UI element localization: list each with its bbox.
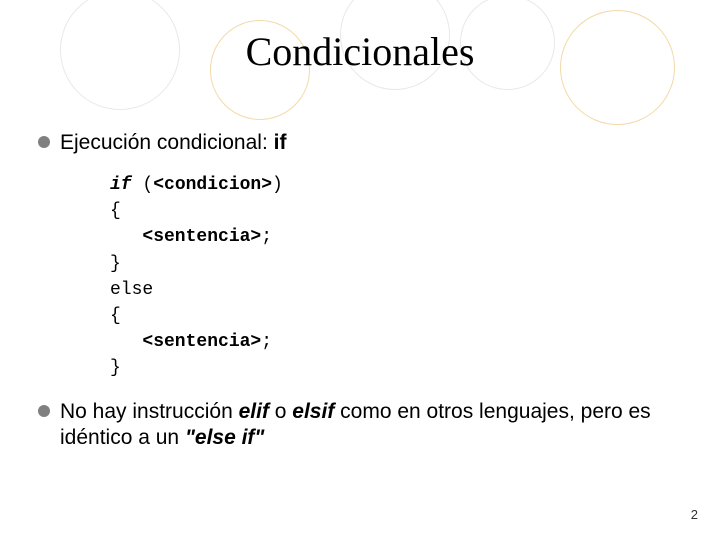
code-text: else [110, 280, 153, 300]
code-text: } [110, 358, 121, 378]
page-number: 2 [691, 507, 698, 522]
code-param: <condicion> [153, 175, 272, 195]
code-text: { [110, 201, 121, 221]
code-text: ) [272, 175, 283, 195]
code-text: ; [261, 332, 272, 352]
bullet-item: No hay instrucción elif o elsif como en … [38, 399, 682, 452]
page-title: Condicionales [0, 28, 720, 75]
code-param: <sentencia> [142, 332, 261, 352]
keyword-if: if [274, 131, 287, 154]
bullet-item: Ejecución condicional: if [38, 130, 682, 156]
text-fragment: No hay instrucción [60, 400, 239, 423]
code-text: ( [132, 175, 154, 195]
keyword-elif: elif [239, 400, 269, 423]
code-indent [110, 227, 142, 247]
code-indent [110, 332, 142, 352]
code-block: if (<condicion>) { <sentencia>; } else {… [110, 172, 682, 381]
keyword-elsif: elsif [292, 400, 334, 423]
quoted-else-if: "else if" [185, 426, 264, 449]
bullet-icon [38, 405, 50, 417]
slide-content: Ejecución condicional: if if (<condicion… [38, 130, 682, 466]
code-param: <sentencia> [142, 227, 261, 247]
text-fragment: o [269, 400, 292, 423]
code-text: ; [261, 227, 272, 247]
code-text: { [110, 306, 121, 326]
code-text: } [110, 254, 121, 274]
bullet-icon [38, 136, 50, 148]
bullet-text: Ejecución condicional: if [60, 130, 286, 156]
bullet-text: No hay instrucción elif o elsif como en … [60, 399, 682, 452]
code-keyword: if [110, 175, 132, 195]
text-fragment: Ejecución condicional: [60, 131, 274, 154]
